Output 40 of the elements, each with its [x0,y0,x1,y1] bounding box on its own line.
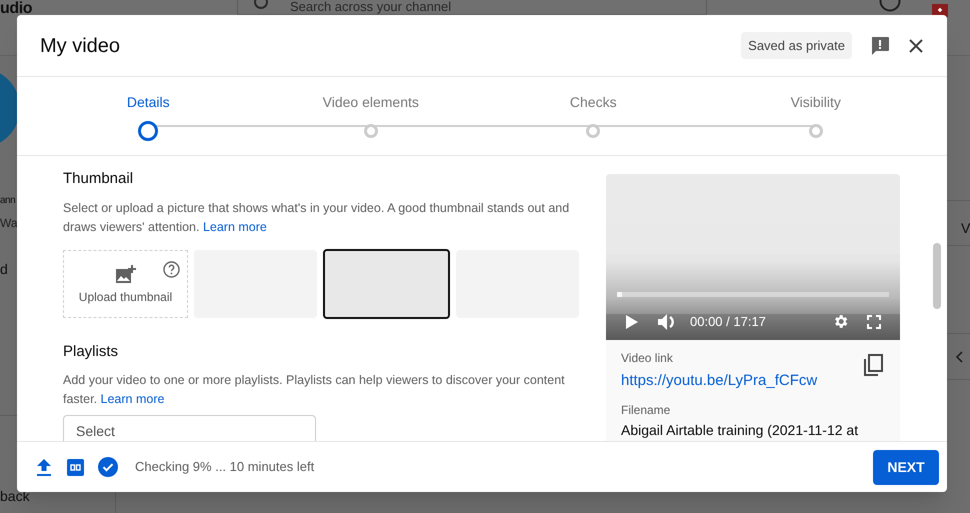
chevron-left-icon[interactable] [955,351,963,363]
channel-name: ann [0,194,16,208]
column-header: V [961,219,970,238]
thumbnail-option[interactable] [323,248,450,318]
field-label: Filename [621,402,672,418]
scrollbar[interactable] [933,243,941,309]
copy-icon[interactable] [864,354,884,376]
step-tab[interactable]: Details [126,92,170,113]
thumbnail-description: Select or upload a picture that shows what's in your video. A good thumbnail stands out and draws viewers' attention. Learn more [63,200,570,236]
feedback-icon[interactable] [870,36,890,56]
channel-subtitle: Wa [0,215,18,232]
add-image-icon [116,265,136,283]
upload-status: Checking 9% ... 10 minutes left [135,458,316,476]
sd-icon[interactable] [67,458,84,476]
time-display: 00:00 / 17:17 [690,313,767,331]
learn-more-link[interactable]: Learn more [100,392,164,406]
next-button[interactable]: NEXT [873,450,939,484]
save-status-badge: Saved as private [741,32,852,60]
step-tab[interactable]: Visibility [790,92,841,113]
fullscreen-icon[interactable] [867,314,881,329]
upload-icon[interactable] [36,458,52,476]
step-tab[interactable]: Checks [570,92,617,113]
check-circle-icon[interactable] [98,457,118,477]
learn-more-link[interactable]: Learn more [202,220,267,234]
sidebar-item[interactable]: back [0,486,30,507]
playlists-description: Add your video to one or more playlists. Playlists can help viewers to discover your content faster. Learn more [63,372,566,408]
section-heading: Thumbnail [63,169,134,189]
settings-icon[interactable] [832,313,849,330]
upload-label: Upload thumbnail [78,289,172,306]
step-tab[interactable]: Video elements [322,92,419,113]
section-heading: Playlists [63,342,120,362]
logo-text: udio [0,0,32,19]
video-link[interactable]: https://youtu.be/LyPra_fCFcw [621,370,864,392]
filename-text: Abigail Airtable training (2021-11-12 at [621,420,860,440]
field-label: Video link [621,350,674,367]
upload-thumbnail-button[interactable]: Upload thumbnail [63,250,188,318]
dialog-title: My video [40,34,122,58]
play-icon[interactable] [626,314,638,329]
close-icon[interactable] [909,38,923,52]
sidebar-item[interactable]: d [0,259,8,280]
